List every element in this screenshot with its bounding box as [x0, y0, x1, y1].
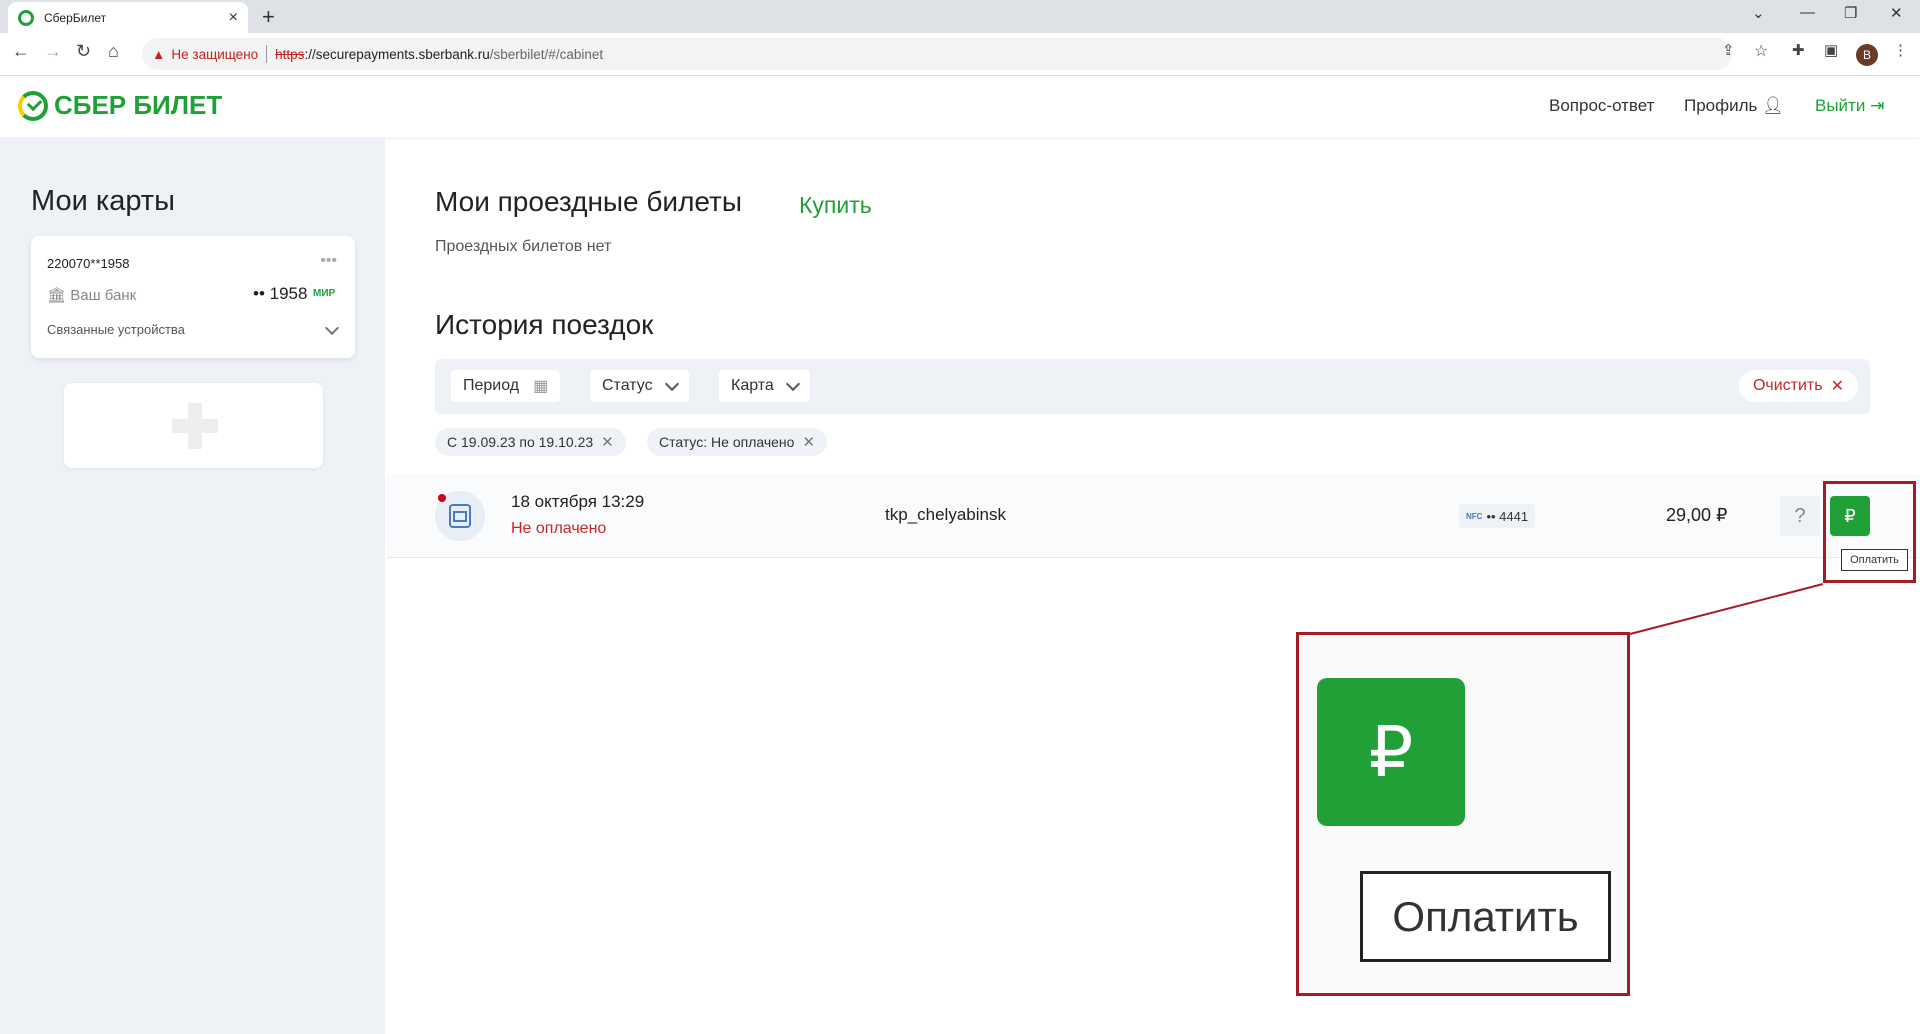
- ruble-icon: ₽: [1317, 678, 1465, 826]
- zoom-callout: ₽ Оплатить: [1296, 632, 1630, 996]
- callout-connector: [1629, 583, 1824, 635]
- enlarged-pay-tooltip: Оплатить: [1360, 871, 1611, 962]
